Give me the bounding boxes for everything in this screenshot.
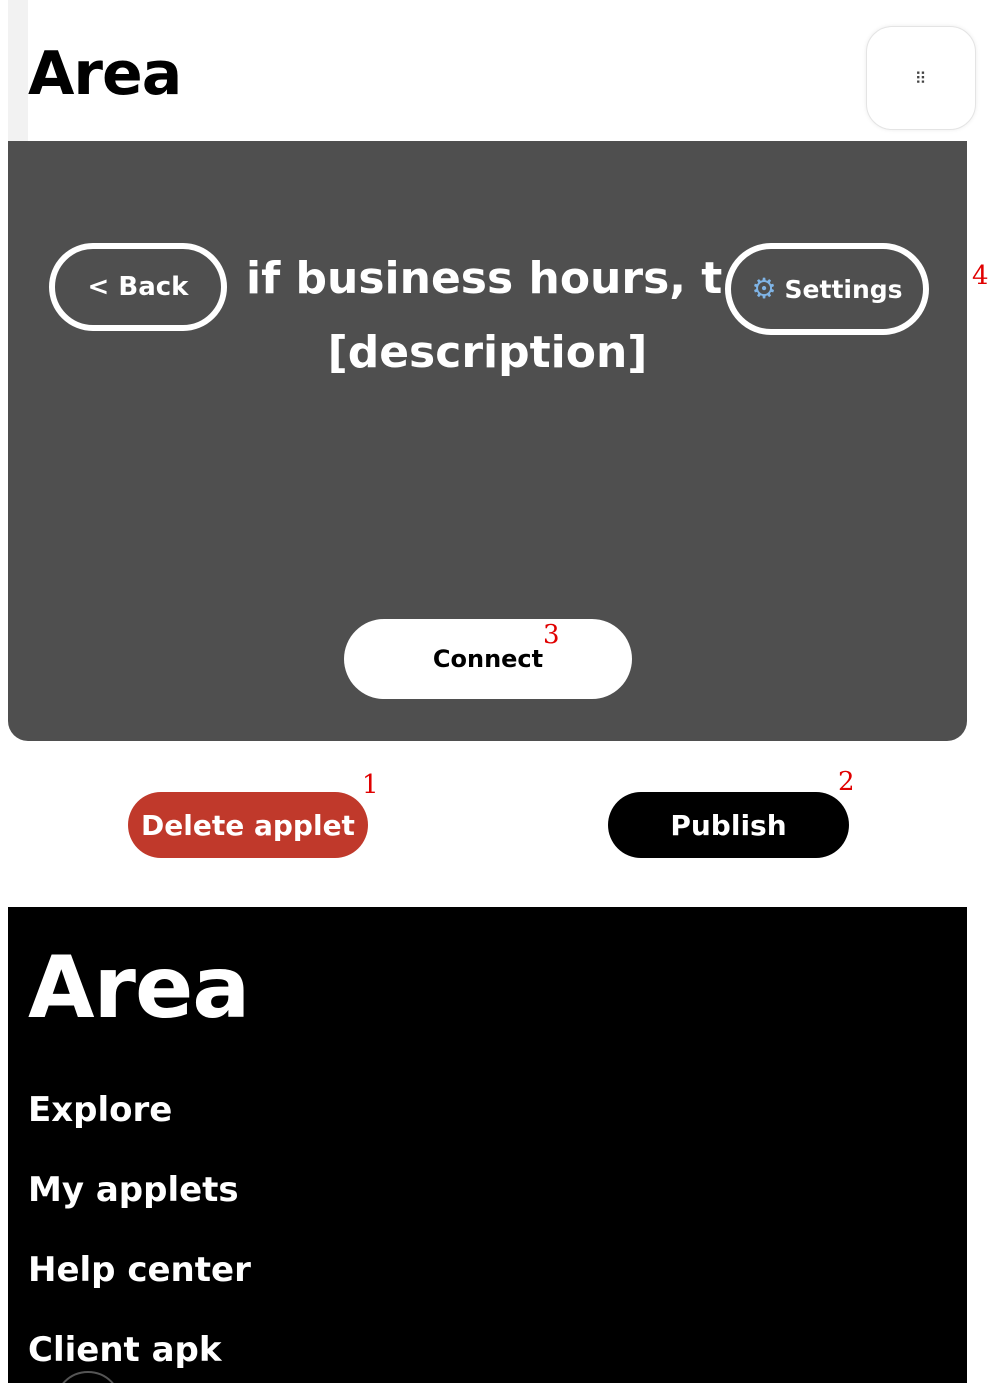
settings-label: Settings [784,274,903,304]
footer-link-my-applets[interactable]: My applets [28,1170,239,1210]
brand-logo[interactable]: Area [28,44,182,104]
marker-4: 4 [972,261,989,291]
marker-1: 1 [362,770,379,800]
menu-dots-icon: ⠿ [914,68,928,88]
back-button[interactable]: < Back [49,243,227,331]
applet-title: if business hours, t... [246,253,726,304]
footer-brand: Area [28,938,250,1038]
marker-3: 3 [543,620,560,650]
footer: Area Explore My applets Help center Clie… [8,907,967,1383]
gear-icon: ⚙ [751,272,777,305]
footer-link-client-apk[interactable]: Client apk [28,1330,222,1370]
marker-2: 2 [838,767,855,797]
menu-button[interactable]: ⠿ [866,26,976,130]
connect-button[interactable]: Connect [344,619,632,699]
header-strip [8,0,28,141]
applet-card: < Back if business hours, t... [descript… [8,141,967,741]
delete-applet-button[interactable]: Delete applet [128,792,368,858]
publish-button[interactable]: Publish [608,792,849,858]
footer-link-explore[interactable]: Explore [28,1090,172,1130]
page: Area ⠿ < Back if business hours, t... [d… [0,0,991,1383]
footer-link-help-center[interactable]: Help center [28,1250,251,1290]
settings-button[interactable]: ⚙ Settings [725,243,929,335]
footer-circle-icon[interactable] [54,1371,122,1383]
